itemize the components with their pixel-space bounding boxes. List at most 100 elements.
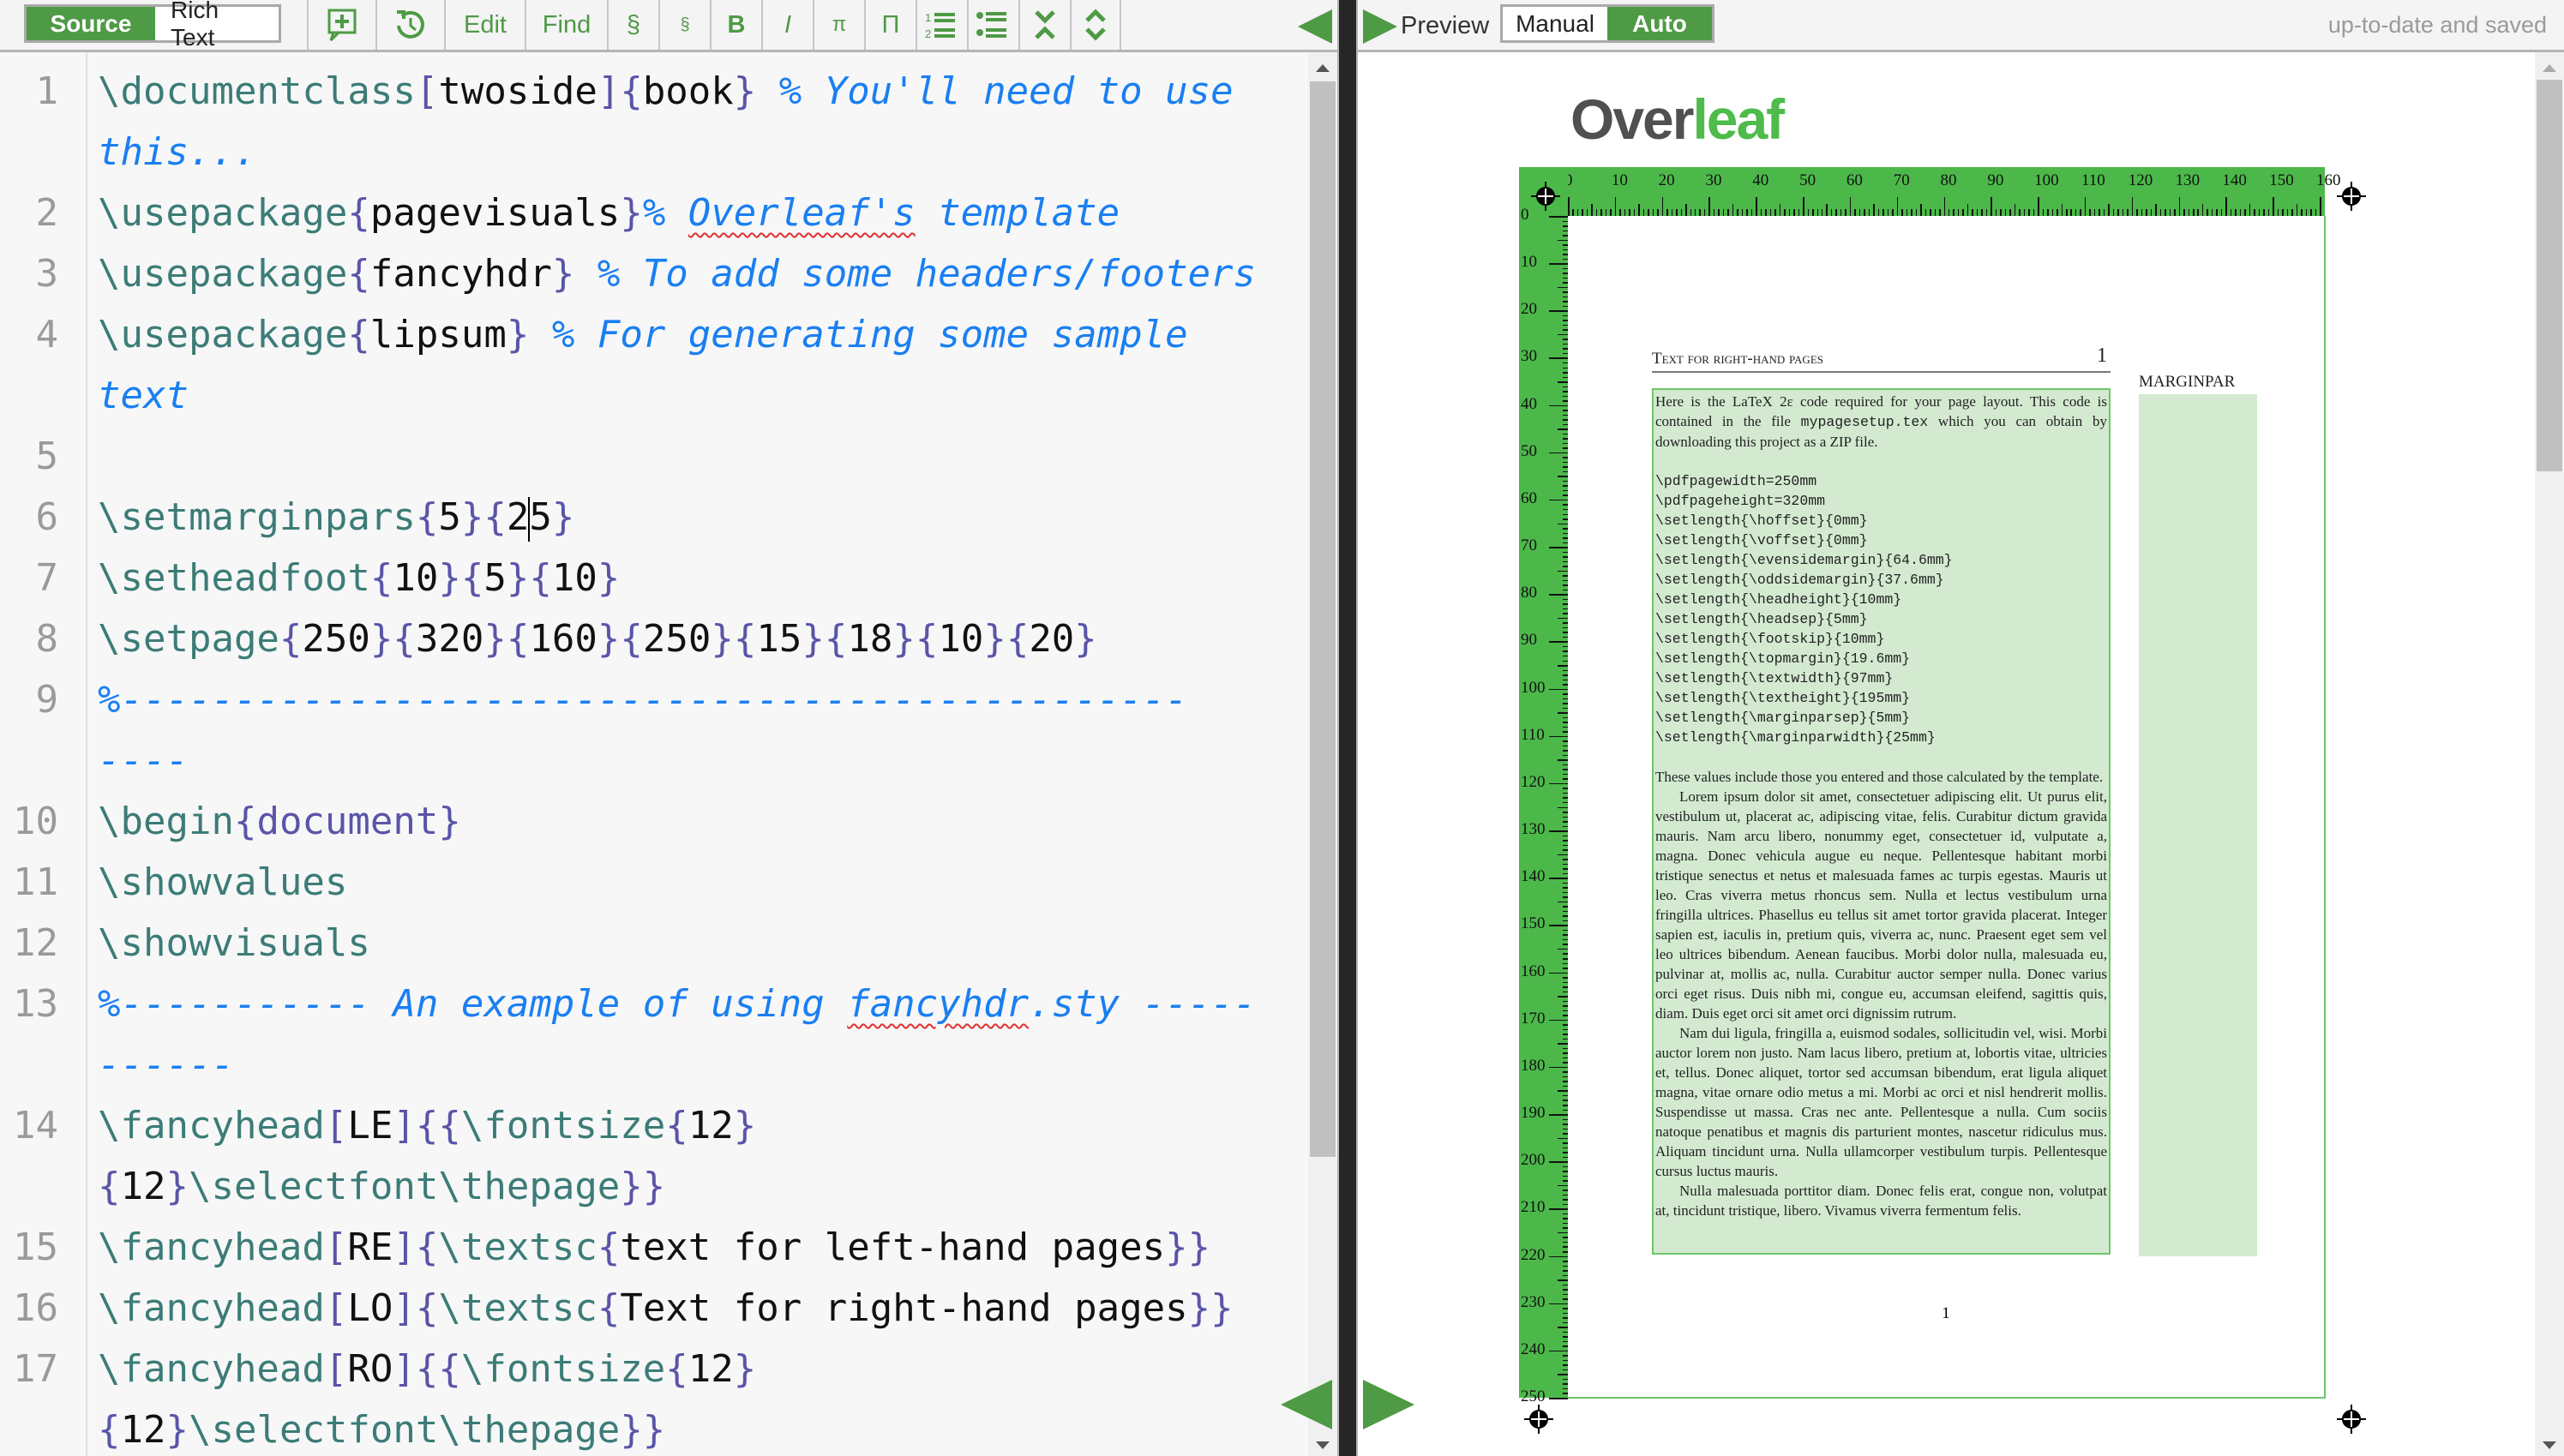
ruler-tick (1671, 209, 1673, 216)
code-token: % You'll need to use (756, 69, 1234, 113)
code-token: ] (393, 1225, 416, 1269)
ruler-tick (1887, 209, 1889, 216)
ruler-tick (1741, 209, 1744, 216)
line-number-text: 6 (35, 495, 59, 539)
editor-scrollbar[interactable] (1308, 52, 1337, 1456)
ruler-tick (2249, 204, 2251, 216)
preview-scrollbar[interactable] (2535, 52, 2564, 1456)
code-token: 15 (756, 617, 802, 661)
code-token: 10 (938, 617, 984, 661)
preview-scroll-up-icon[interactable] (2543, 64, 2556, 72)
ruler-tick (2277, 209, 2279, 216)
code-token: } (733, 1104, 757, 1147)
ruler-tick (1666, 209, 1668, 216)
display-math-button[interactable]: Π (864, 0, 916, 50)
find-button[interactable]: Find (525, 0, 607, 50)
code-token: { (460, 556, 484, 600)
ruler-tick (1864, 209, 1865, 216)
code-token: .sty ----- (1029, 982, 1257, 1026)
code-token: LE (347, 1104, 393, 1147)
ruler-tick (2141, 209, 2143, 216)
code-token: { (347, 191, 370, 235)
ruler-tick (1549, 782, 1568, 785)
expand-preview-bottom-arrow-icon[interactable] (1363, 1380, 1414, 1429)
line-number-text: 13 (13, 982, 58, 1026)
ruler-tick (1774, 209, 1776, 216)
scroll-up-icon[interactable] (1316, 64, 1330, 72)
collapse-editor-arrow-icon[interactable] (1298, 9, 1332, 44)
page-body: Text for right-hand pages 1 Here is the … (1568, 216, 2326, 1399)
code-editor[interactable]: 1 2 3 4 5 6 7 8 9 10 11 12 13 14 15 16 17 \documentclass… (0, 52, 1308, 1456)
subsection-button[interactable]: § (658, 0, 710, 50)
edit-button[interactable]: Edit (444, 0, 525, 50)
code-text: \usepackage{lipsum} % For generating som… (98, 304, 1188, 365)
bold-button[interactable]: B (710, 0, 761, 50)
rich-text-mode-button[interactable]: Rich Text (155, 0, 279, 51)
ruler-tick (2051, 209, 2054, 216)
code-token: document (256, 800, 439, 843)
text-block: Here is the LaTeX 2ε code required for y… (1652, 388, 2111, 1255)
preview-label: Preview (1401, 12, 1490, 39)
setup-code-line: \pdfpagewidth=250mm (1655, 473, 1817, 489)
bullet-list-button[interactable] (967, 0, 1018, 50)
section-button[interactable]: § (607, 0, 658, 50)
ruler-label: 10 (1611, 171, 1628, 189)
italic-button[interactable]: I (761, 0, 813, 50)
ruler-tick (1558, 665, 1568, 667)
scroll-down-icon[interactable] (1316, 1441, 1330, 1449)
pane-divider[interactable] (1337, 0, 1358, 1456)
numbered-list-button[interactable]: 12 (916, 0, 967, 50)
code-token: }} (620, 1165, 666, 1208)
code-token: ------ (98, 1043, 234, 1087)
page-number: 1 (1942, 1304, 1950, 1322)
ruler-tick (1985, 209, 1988, 216)
add-comment-button[interactable] (307, 0, 375, 50)
code-token: \usepackage (98, 252, 348, 296)
code-token: } (551, 252, 575, 296)
ruler-tick (1614, 197, 1617, 216)
ruler-tick (1803, 197, 1804, 216)
ruler-tick (1558, 1043, 1568, 1045)
code-text: text (98, 365, 189, 426)
ruler-label: 120 (2128, 171, 2153, 189)
source-mode-button[interactable]: Source (27, 7, 155, 40)
preview-scroll-down-icon[interactable] (2543, 1441, 2556, 1449)
collapse-button[interactable] (1018, 0, 1070, 50)
pdf-preview[interactable]: Overleaf 0 10 20 30 40 50 60 70 80 90 100 110 120 130… (1358, 52, 2535, 1456)
inline-math-button[interactable]: π (813, 0, 864, 50)
ruler-label: 190 (1521, 1104, 1546, 1123)
code-text: \showvalues (98, 852, 347, 913)
auto-mode-button[interactable]: Auto (1607, 7, 1712, 40)
collapse-editor-bottom-arrow-icon[interactable] (1281, 1380, 1332, 1429)
code-token: 12 (688, 1104, 734, 1147)
code-token: book (642, 69, 734, 113)
code-token: \showvalues (98, 860, 348, 904)
ruler-tick (2038, 197, 2039, 216)
line-number-text: 4 (35, 313, 59, 357)
ruler-tick (2193, 209, 2195, 216)
manual-mode-button[interactable]: Manual (1503, 7, 1607, 40)
editor-scrollbar-thumb[interactable] (1310, 81, 1336, 1157)
code-token: } (438, 556, 461, 600)
line-number-text: 12 (13, 921, 58, 965)
lorem-paragraph-3: Nulla malesuada porttitor diam. Donec fe… (1655, 1183, 2107, 1219)
preview-scrollbar-thumb[interactable] (2537, 80, 2562, 471)
setup-code-line: \setlength{\textwidth}{97mm} (1655, 670, 1894, 686)
ruler-label: 220 (1521, 1245, 1546, 1264)
ruler-label: 30 (1705, 171, 1722, 189)
values-note: These values include those you entered a… (1655, 769, 2104, 785)
ruler-tick (2028, 209, 2030, 216)
ruler-tick (1703, 209, 1706, 216)
crop-mark-top-left-icon (1531, 182, 1560, 211)
code-token: 5 (483, 556, 507, 600)
code-token: { (529, 556, 552, 600)
expand-preview-arrow-icon[interactable] (1363, 9, 1397, 44)
ruler-tick (1760, 209, 1762, 216)
setup-code-line: \setlength{\footskip}{10mm} (1655, 631, 1885, 647)
spelling-error: Overleaf's (688, 191, 916, 235)
ruler-tick (2084, 197, 2087, 216)
history-button[interactable] (375, 0, 444, 50)
ruler-tick (1549, 1161, 1568, 1163)
expand-button[interactable] (1070, 0, 1121, 50)
code-token: % (642, 191, 688, 235)
